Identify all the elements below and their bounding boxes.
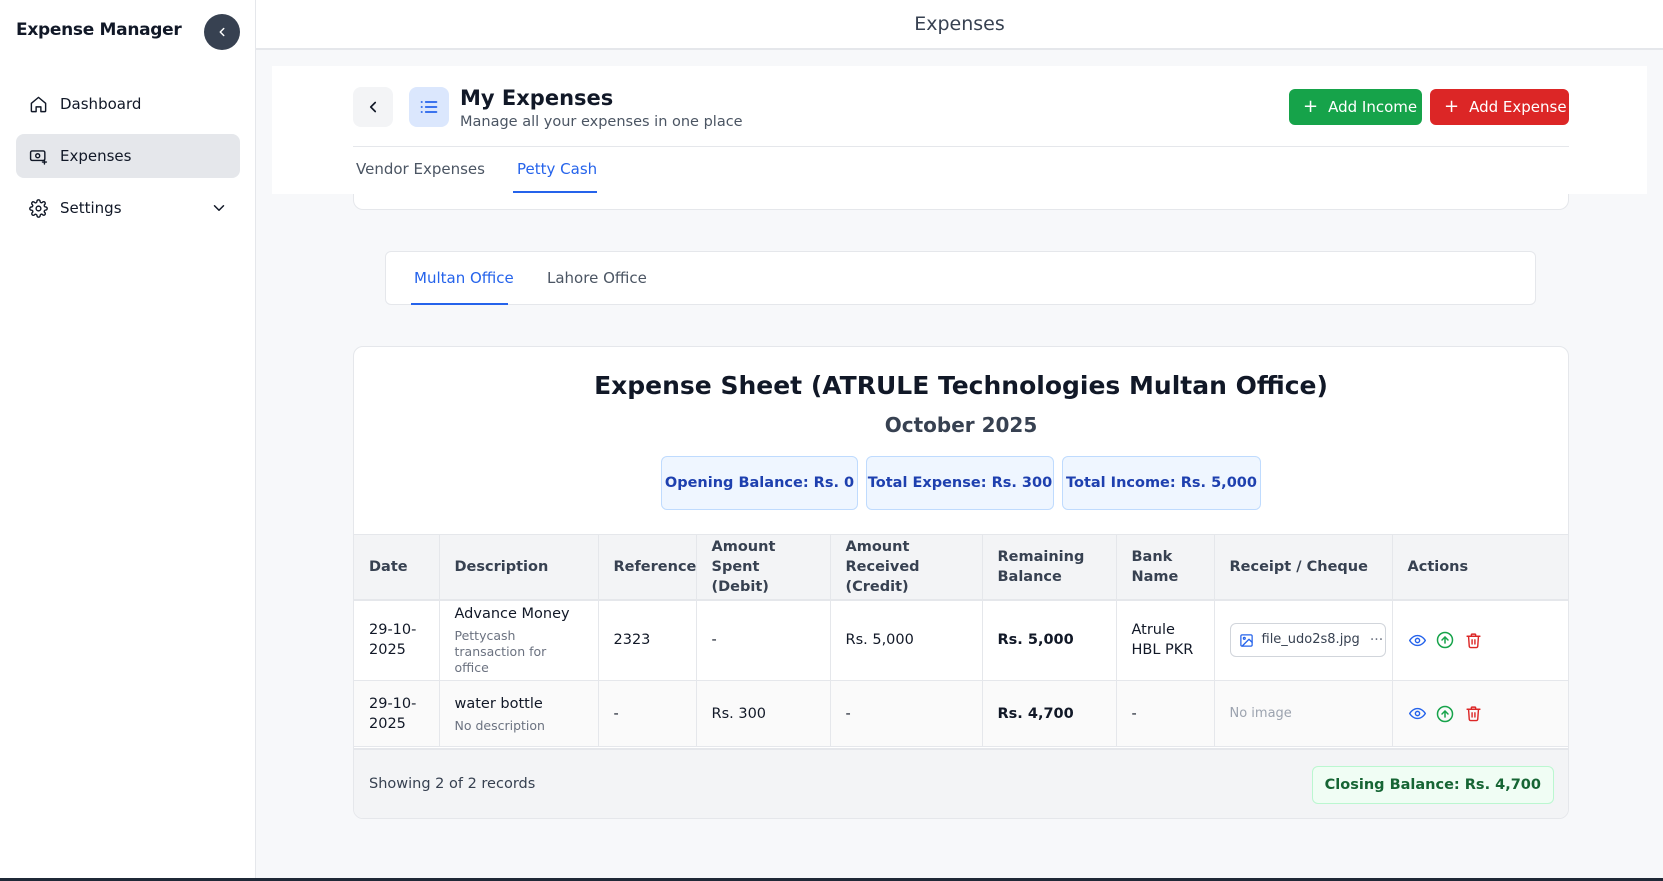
total-expense-badge: Total Expense: Rs. 300 xyxy=(866,456,1054,510)
cell-debit: Rs. 300 xyxy=(696,680,831,747)
view-icon[interactable] xyxy=(1408,631,1427,650)
back-button[interactable] xyxy=(353,87,393,127)
col-date: Date xyxy=(354,534,440,601)
cell-credit: - xyxy=(830,680,983,747)
cell-remaining: Rs. 4,700 xyxy=(982,680,1117,747)
cell-reference: 2323 xyxy=(598,599,697,681)
cell-date: 29-10-2025 xyxy=(354,680,440,747)
sidebar-item-label: Settings xyxy=(60,199,122,217)
upload-icon[interactable] xyxy=(1436,631,1455,650)
add-income-label: Add Income xyxy=(1328,98,1418,116)
cell-description: water bottle No description xyxy=(439,680,599,747)
sidebar-item-label: Expenses xyxy=(60,147,132,165)
plus-icon: + xyxy=(1444,96,1460,117)
add-expense-label: Add Expense xyxy=(1469,98,1567,116)
sheet-title: Expense Sheet (ATRULE Technologies Multa… xyxy=(594,371,1328,400)
cell-remaining: Rs. 5,000 xyxy=(982,599,1117,681)
collapse-sidebar-button[interactable] xyxy=(204,14,240,50)
cell-reference: - xyxy=(598,680,697,747)
image-icon xyxy=(1239,634,1253,647)
col-debit: Amount Spent (Debit) xyxy=(696,534,831,601)
sidebar-item-settings[interactable]: Settings xyxy=(16,186,240,230)
description-subtext: No description xyxy=(454,717,545,733)
cell-bank: Atrule HBL PKR xyxy=(1116,599,1215,681)
tab-multan-office[interactable]: Multan Office xyxy=(414,269,514,287)
top-bar: Expenses xyxy=(256,0,1663,50)
receipt-filename: file_udo2s8.jpg xyxy=(1261,632,1360,648)
add-expense-button[interactable]: + Add Expense xyxy=(1430,89,1569,125)
cell-receipt: file_udo2s8.jpg ··· xyxy=(1214,599,1393,681)
chevron-down-icon xyxy=(213,205,225,211)
col-reference: Reference xyxy=(598,534,697,601)
sidebar: Expense Manager Dashboard Expenses Setti… xyxy=(0,0,256,881)
money-icon xyxy=(28,146,48,166)
divider xyxy=(353,146,1569,147)
records-count: Showing 2 of 2 records xyxy=(369,776,536,792)
col-description: Description xyxy=(439,534,599,601)
chevron-left-icon xyxy=(219,27,225,37)
active-office-indicator xyxy=(411,303,508,305)
expenses-header: My Expenses Manage all your expenses in … xyxy=(272,66,1647,194)
table-row: 29-10-2025 Advance Money Pettycash trans… xyxy=(354,599,1568,681)
col-credit: Amount Received (Credit) xyxy=(830,534,983,601)
cell-receipt: No image xyxy=(1214,680,1393,747)
table-row: 29-10-2025 water bottle No description -… xyxy=(354,680,1568,747)
description-subtext: Pettycash transaction for office xyxy=(454,628,547,676)
trash-icon[interactable] xyxy=(1464,631,1483,650)
tab-vendor-expenses[interactable]: Vendor Expenses xyxy=(356,160,485,178)
cell-description: Advance Money Pettycash transaction for … xyxy=(439,599,599,681)
section-title: My Expenses xyxy=(460,86,614,110)
sheet-month: October 2025 xyxy=(884,413,1038,437)
trash-icon[interactable] xyxy=(1464,704,1483,723)
upload-icon[interactable] xyxy=(1436,704,1455,723)
receipt-file-chip[interactable]: file_udo2s8.jpg ··· xyxy=(1229,623,1386,658)
app-brand: Expense Manager xyxy=(16,20,182,40)
sidebar-item-label: Dashboard xyxy=(60,95,142,113)
cell-actions xyxy=(1392,680,1568,747)
no-image-text: No image xyxy=(1229,706,1292,721)
sidebar-item-dashboard[interactable]: Dashboard xyxy=(16,82,240,126)
sidebar-nav: Dashboard Expenses Settings xyxy=(16,82,240,238)
closing-balance-badge: Closing Balance: Rs. 4,700 xyxy=(1311,766,1554,804)
chevron-left-icon xyxy=(369,101,377,113)
cell-credit: Rs. 5,000 xyxy=(830,599,983,681)
table-header-row: Date Description Reference Amount Spent … xyxy=(354,534,1568,601)
col-bank: Bank Name xyxy=(1116,534,1215,601)
expense-table: Date Description Reference Amount Spent … xyxy=(354,534,1568,747)
header-panel-shadow xyxy=(353,194,1569,210)
add-income-button[interactable]: + Add Income xyxy=(1289,89,1422,125)
plus-icon: + xyxy=(1303,96,1319,117)
description-title: water bottle xyxy=(454,695,543,712)
sidebar-item-expenses[interactable]: Expenses xyxy=(16,134,240,178)
sheet-footer: Showing 2 of 2 records Closing Balance: … xyxy=(354,748,1568,818)
active-tab-indicator xyxy=(513,191,597,193)
cell-bank: - xyxy=(1116,680,1215,747)
view-icon[interactable] xyxy=(1408,704,1427,723)
tab-petty-cash[interactable]: Petty Cash xyxy=(517,160,597,178)
tab-lahore-office[interactable]: Lahore Office xyxy=(547,269,647,287)
gear-icon xyxy=(28,198,48,218)
opening-balance-badge: Opening Balance: Rs. 0 xyxy=(661,456,858,510)
col-actions: Actions xyxy=(1392,534,1568,601)
cell-date: 29-10-2025 xyxy=(354,599,440,681)
cell-actions xyxy=(1392,599,1568,681)
description-title: Advance Money xyxy=(454,606,570,623)
page-title: Expenses xyxy=(914,13,1005,35)
expense-sheet: Expense Sheet (ATRULE Technologies Multa… xyxy=(353,346,1569,819)
col-remaining: Remaining Balance xyxy=(982,534,1117,601)
more-options-icon[interactable]: ··· xyxy=(1370,630,1383,650)
col-receipt: Receipt / Cheque xyxy=(1214,534,1393,601)
home-icon xyxy=(28,94,48,114)
cell-debit: - xyxy=(696,599,831,681)
total-income-badge: Total Income: Rs. 5,000 xyxy=(1062,456,1261,510)
section-subtitle: Manage all your expenses in one place xyxy=(460,114,743,130)
list-icon xyxy=(409,87,449,127)
office-tabs: Multan Office Lahore Office xyxy=(385,251,1536,305)
